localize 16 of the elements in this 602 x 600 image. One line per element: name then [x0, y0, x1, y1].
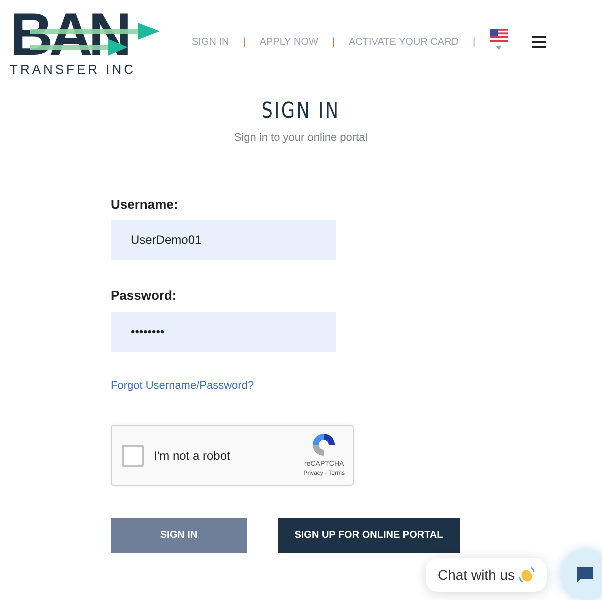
page-title: SIGN IN: [262, 98, 340, 126]
form-button[interactable]: SIGN UP FOR ONLINE PORTAL: [278, 518, 460, 553]
input-field[interactable]: ••••••••: [111, 312, 336, 352]
nav-separator: |: [243, 36, 246, 50]
logo-wordmark: BAN: [10, 9, 160, 61]
forgot-password-link[interactable]: Forgot Username/Password?: [111, 378, 254, 394]
form-button[interactable]: SIGN IN: [111, 518, 247, 553]
page-subtitle: Sign in to your online portal: [234, 131, 368, 146]
nav-separator: |: [473, 36, 476, 50]
logo-subtitle: TRANSFER INC: [10, 61, 138, 79]
field-label: Password:: [111, 287, 177, 305]
input-field[interactable]: UserDemo01: [111, 220, 336, 260]
captcha-label: I'm not a robot: [154, 448, 230, 464]
chat-bubble[interactable]: Chat with us: [426, 558, 548, 592]
field-label: Username:: [111, 196, 178, 214]
nav-separator: |: [332, 36, 335, 50]
